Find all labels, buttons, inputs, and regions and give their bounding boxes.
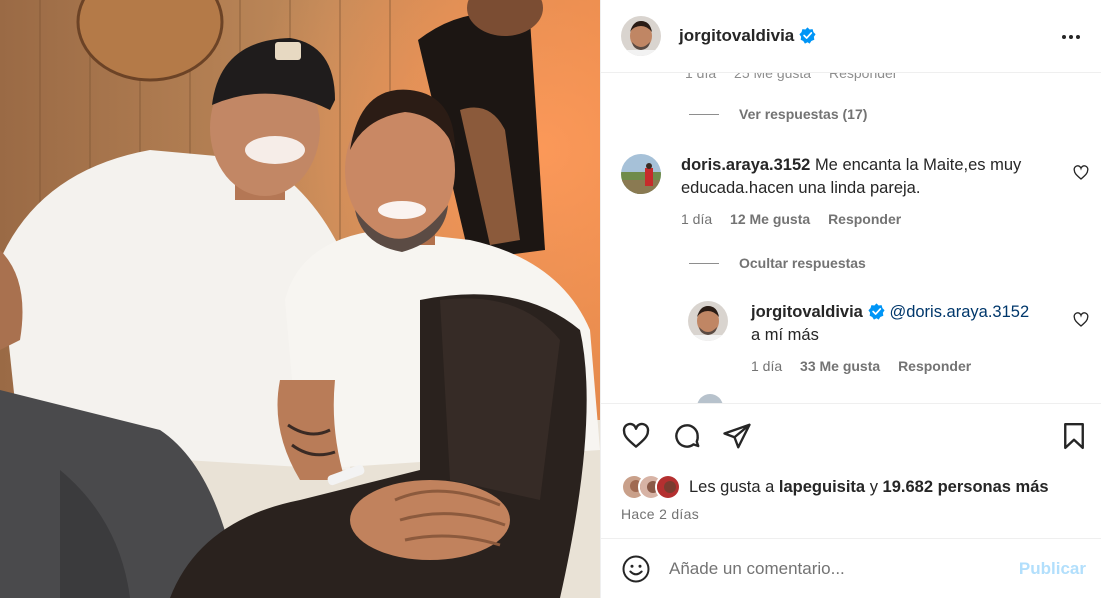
reply-mention-link[interactable]: @doris.araya.3152 [889,303,1029,321]
reply-likes[interactable]: 33 Me gusta [800,358,880,374]
comment-username[interactable]: doris.araya.3152 [681,156,810,174]
comment-meta: 1 día 12 Me gusta Responder [681,208,1061,231]
likes-summary[interactable]: Les gusta a lapeguisita y 19.682 persona… [621,474,1049,500]
comment-meta-cut: 1 día 25 Me gusta Responder [685,73,911,81]
like-comment-icon[interactable] [1073,165,1089,181]
hide-replies-button[interactable]: Ocultar respuestas [689,255,866,271]
more-options-icon[interactable] [1058,24,1084,50]
next-comment-avatar [697,394,723,403]
comments-list[interactable]: 1 día 25 Me gusta Responder Ver respuest… [601,73,1101,403]
likes-prefix: Les gusta a [689,477,775,496]
verified-badge-icon [868,303,885,320]
add-comment-bar: Publicar [601,538,1101,598]
likes-others-link[interactable]: 19.682 personas más [883,478,1049,496]
comment-age: 1 día [685,73,717,81]
post-timestamp[interactable]: Hace 2 días [621,506,699,522]
post-photo[interactable] [0,0,600,598]
comment-content: doris.araya.3152 Me encanta la Maite,es … [681,154,1061,231]
verified-badge-icon [799,27,816,44]
reply-content: jorgitovaldivia @doris.araya.3152 a mí m… [751,301,1029,378]
view-replies-button[interactable]: Ver respuestas (17) [689,106,867,122]
likes-text: Les gusta a lapeguisita y 19.682 persona… [689,478,1049,497]
post-actions: Les gusta a lapeguisita y 19.682 persona… [601,403,1101,538]
author-avatar[interactable] [621,16,661,56]
publish-button[interactable]: Publicar [1019,559,1086,579]
reply-button[interactable]: Responder [829,73,898,81]
reply-text: a mí más [751,326,819,344]
send-icon[interactable] [722,421,752,451]
bookmark-icon[interactable] [1059,421,1089,451]
replies-divider-line [689,113,719,115]
reply-age: 1 día [751,358,783,374]
photo-illustration [0,0,600,598]
author-username-text[interactable]: jorgitovaldivia [679,26,794,45]
reply-username[interactable]: jorgitovaldivia [751,303,863,321]
comment-input[interactable] [669,558,999,579]
comment-age: 1 día [681,211,713,227]
liker-avatar [655,474,681,500]
liker-username-link[interactable]: lapeguisita [779,478,865,496]
hide-replies-label[interactable]: Ocultar respuestas [739,255,866,271]
reply-meta: 1 día 33 Me gusta Responder [751,355,1029,378]
author-avatar-image [621,16,661,56]
likers-avatar-stack[interactable] [621,474,681,500]
comment-icon[interactable] [672,421,702,451]
heart-icon[interactable] [621,421,651,451]
reply-author-avatar-image [688,301,728,341]
reply-item: jorgitovaldivia @doris.araya.3152 a mí m… [688,301,1048,378]
post-header: jorgitovaldivia [601,0,1101,73]
comment-likes[interactable]: 12 Me gusta [730,211,810,227]
likes-joiner: y [869,477,878,496]
like-reply-icon[interactable] [1073,312,1089,328]
comment-likes[interactable]: 25 Me gusta [734,73,811,81]
commenter-avatar-image [621,154,661,194]
post-side-panel: jorgitovaldivia 1 día 25 Me gusta Respon… [600,0,1101,598]
replies-divider-line [689,262,719,264]
reply-author-avatar[interactable] [688,301,728,341]
reply-button[interactable]: Responder [828,211,901,227]
reply-button[interactable]: Responder [898,358,971,374]
emoji-icon[interactable] [621,554,651,584]
author-username[interactable]: jorgitovaldivia [679,26,816,46]
commenter-avatar[interactable] [621,154,661,194]
comment-item: doris.araya.3152 Me encanta la Maite,es … [621,154,1061,231]
view-replies-label[interactable]: Ver respuestas (17) [739,106,867,122]
